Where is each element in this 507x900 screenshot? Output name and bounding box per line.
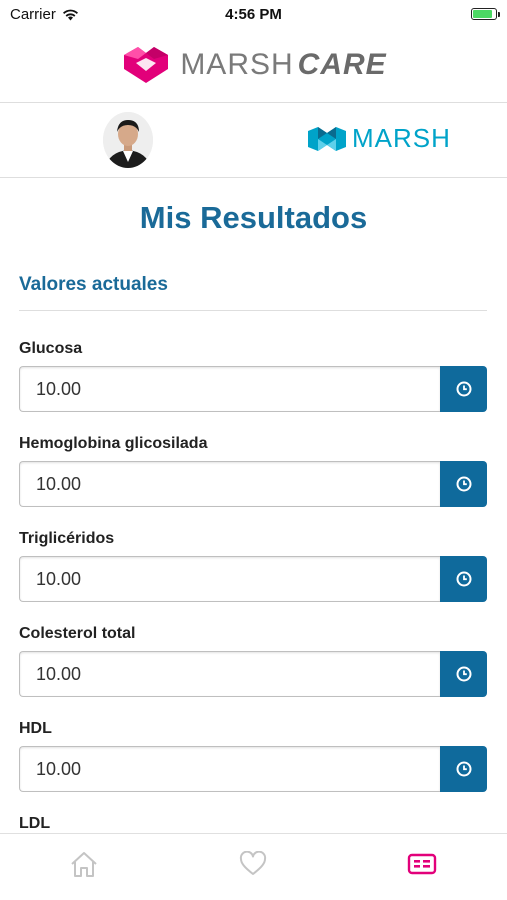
battery-level [473, 10, 492, 18]
brand-suffix: CARE [297, 48, 387, 81]
user-row: MARSH [0, 103, 507, 177]
field-label-hemoglobina: Hemoglobina glicosilada [19, 435, 208, 452]
field-label-trigliceridos: Triglicéridos [19, 530, 115, 547]
wifi-icon [62, 9, 78, 20]
tab-bar [0, 833, 507, 900]
avatar[interactable] [103, 112, 153, 168]
hemoglobina-input[interactable] [19, 461, 440, 507]
clock-icon [456, 571, 471, 587]
tab-results[interactable] [406, 848, 438, 880]
field-label-ldl: LDL [19, 815, 51, 832]
field-label-colesterol: Colesterol total [19, 625, 136, 642]
company-logo: MARSH [308, 123, 451, 154]
section-title: Valores actuales [19, 274, 168, 295]
glucosa-input[interactable] [19, 366, 440, 412]
hdl-input[interactable] [19, 746, 440, 792]
brand-name: MARSH [180, 48, 294, 81]
clock-icon [456, 666, 471, 682]
field-glucosa [19, 366, 487, 412]
section-divider [19, 310, 487, 311]
user-row-divider [0, 177, 507, 178]
field-label-hdl: HDL [19, 720, 52, 737]
marsh-logo-icon [308, 126, 346, 151]
battery-icon [471, 8, 500, 20]
status-bar: Carrier 4:56 PM [0, 0, 507, 28]
clock-icon [456, 761, 471, 777]
colesterol-input[interactable] [19, 651, 440, 697]
field-label-glucosa: Glucosa [19, 340, 83, 357]
field-hdl [19, 746, 487, 792]
brand-wordmark: MARSH CARE [180, 48, 386, 82]
tab-home[interactable] [68, 848, 100, 880]
hdl-history-button[interactable] [440, 746, 487, 792]
trigliceridos-history-button[interactable] [440, 556, 487, 602]
status-left: Carrier [10, 6, 79, 23]
carrier-label: Carrier [10, 5, 56, 23]
field-hemoglobina [19, 461, 487, 507]
glucosa-history-button[interactable] [440, 366, 487, 412]
hemoglobina-history-button[interactable] [440, 461, 487, 507]
home-icon [71, 852, 97, 877]
clock-icon [456, 476, 471, 492]
brand-header: MARSH CARE [0, 28, 507, 102]
field-colesterol [19, 651, 487, 697]
user-photo-icon [103, 112, 153, 168]
company-name: MARSH [352, 123, 451, 153]
id-card-icon [407, 853, 437, 875]
trigliceridos-input[interactable] [19, 556, 440, 602]
page-title: Mis Resultados [139, 200, 368, 235]
tab-health[interactable] [237, 848, 269, 880]
colesterol-history-button[interactable] [440, 651, 487, 697]
field-trigliceridos [19, 556, 487, 602]
clock-icon [456, 381, 471, 397]
heart-icon [239, 851, 267, 875]
marsh-care-logo-icon [124, 47, 169, 83]
